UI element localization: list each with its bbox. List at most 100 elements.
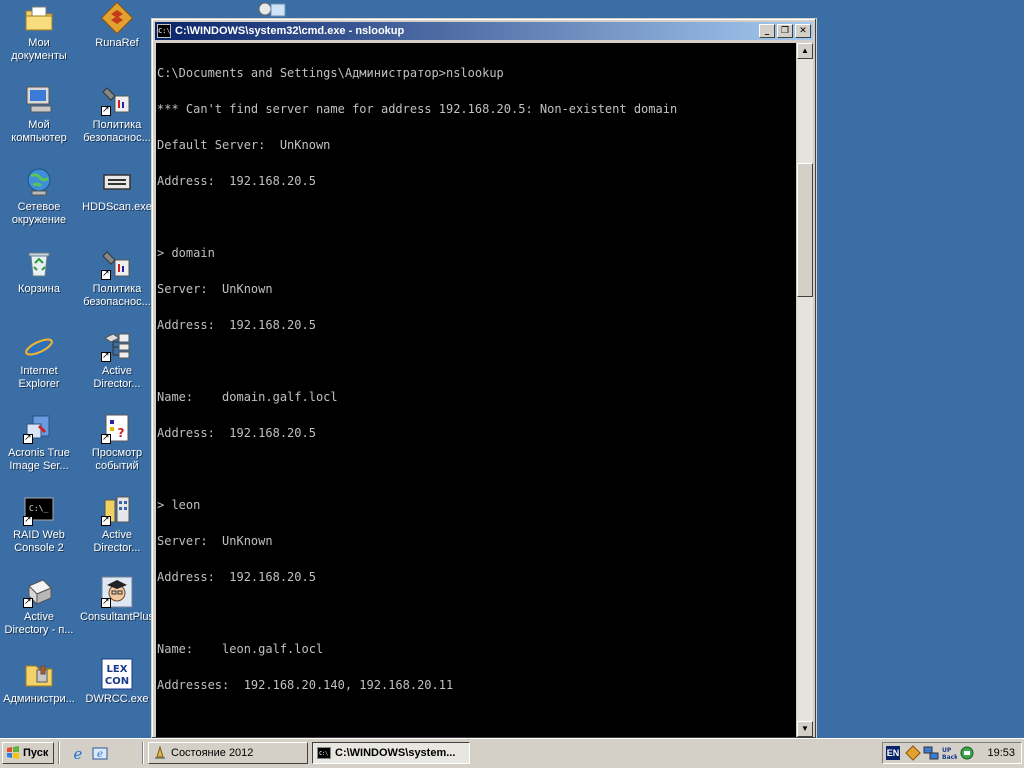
desktop-icon-acronis[interactable]: Acronis True Image Ser... <box>0 412 78 473</box>
admin-tools-icon <box>23 658 55 690</box>
shortcut-arrow-icon <box>101 350 111 362</box>
console-line: Default Server: UnKnown <box>157 138 331 152</box>
shortcut-arrow-icon <box>23 596 33 608</box>
clock[interactable]: 19:53 <box>987 743 1015 763</box>
remote-control-tray-icon[interactable] <box>959 745 975 761</box>
console-line: Address: 192.168.20.5 <box>157 318 316 332</box>
shortcut-arrow-icon <box>23 432 33 444</box>
taskbar: Пуск e e Состояние 2012 C:\ C:\WINDOWS\s… <box>0 738 1024 768</box>
quicklaunch-internet-explorer-icon[interactable]: e <box>70 745 86 761</box>
windows-logo-icon <box>7 746 19 759</box>
console-line: Server: UnKnown <box>157 534 273 548</box>
console-line: Address: 192.168.20.5 <box>157 570 316 584</box>
desktop-icon-label: Политика безопаснос... <box>83 283 151 308</box>
task-button-label: Состояние 2012 <box>171 747 254 759</box>
desktop-icon-internet-explorer[interactable]: e Internet Explorer <box>0 330 78 391</box>
desktop-icon-active-directory-users[interactable]: Active Directory - п... <box>0 576 78 637</box>
consultantplus-icon <box>101 576 133 608</box>
desktop-icon-active-directory-2[interactable]: Active Director... <box>78 494 156 555</box>
svg-text:UP: UP <box>942 747 952 754</box>
desktop-icon-runaref[interactable]: RunaRef <box>78 2 156 50</box>
shortcut-arrow-icon <box>101 268 111 280</box>
upback-tray-icon[interactable]: UP Back <box>941 745 957 761</box>
console-line: Name: domain.galf.locl <box>157 390 338 404</box>
my-computer-icon <box>23 84 55 116</box>
scroll-up-button[interactable]: ▲ <box>797 43 813 59</box>
desktop-icon-label: Сетевое окружение <box>11 201 67 226</box>
desktop-icon-label: Корзина <box>18 283 60 295</box>
console-line: Name: leon.galf.locl <box>157 642 324 656</box>
console-line: Server: UnKnown <box>157 282 273 296</box>
acronis-icon <box>23 412 55 444</box>
vertical-scrollbar[interactable]: ▲ ▼ <box>797 43 813 737</box>
my-documents-icon <box>23 2 55 34</box>
shortcut-arrow-icon <box>101 432 111 444</box>
language-indicator[interactable]: EN <box>886 746 900 760</box>
task-button-label: C:\WINDOWS\system... <box>335 747 456 759</box>
hddscan-icon <box>101 166 133 198</box>
desktop-icon-dwrcc[interactable]: LEX CON DWRCC.exe <box>78 658 156 706</box>
network-tray-icon[interactable] <box>923 745 939 761</box>
console-output[interactable]: C:\Documents and Settings\Администратор>… <box>156 43 796 737</box>
maximize-button[interactable]: ❐ <box>777 24 793 38</box>
desktop-icon-label: Администри... <box>3 693 75 705</box>
cmd-window[interactable]: C:\ C:\WINDOWS\system32\cmd.exe - nslook… <box>151 18 817 739</box>
desktop-icon-label: Просмотр событий <box>91 447 143 472</box>
desktop-icon-consultantplus[interactable]: ConsultantPlus <box>78 576 156 624</box>
quicklaunch-outlook-express-icon[interactable]: e <box>92 745 108 761</box>
shortcut-arrow-icon <box>101 514 111 526</box>
desktop-icon-admin-tools[interactable]: Администри... <box>0 658 78 706</box>
svg-text:?: ? <box>118 426 125 440</box>
system-tray: EN UP Back 19:53 <box>882 742 1022 764</box>
internet-explorer-icon: e <box>23 330 55 362</box>
raid-console-icon: C:\_ <box>23 494 55 526</box>
task-button-cmd[interactable]: C:\ C:\WINDOWS\system... <box>312 742 470 764</box>
desktop-icon-network-places[interactable]: Сетевое окружение <box>0 166 78 227</box>
console-line: Address: 192.168.20.5 <box>157 174 316 188</box>
task-button-status[interactable]: Состояние 2012 <box>148 742 308 764</box>
runaref-tray-icon[interactable] <box>905 745 921 761</box>
desktop-icon-active-directory-1[interactable]: Active Director... <box>78 330 156 391</box>
desktop-icon-label: Мой компьютер <box>11 119 67 144</box>
svg-text:LEX: LEX <box>107 664 128 675</box>
desktop-icon-security-policy-1[interactable]: Политика безопаснос... <box>78 84 156 145</box>
network-places-icon <box>23 166 55 198</box>
desktop-icon-hddscan[interactable]: HDDScan.exe <box>78 166 156 214</box>
desktop-icon-my-documents[interactable]: Мои документы <box>0 2 78 63</box>
desktop-icon-label: Active Director... <box>93 365 141 390</box>
cmd-window-icon[interactable]: C:\ <box>157 24 171 38</box>
desktop-icon-label: RAID Web Console 2 <box>13 529 65 554</box>
close-button[interactable]: ✕ <box>795 24 811 38</box>
shortcut-arrow-icon <box>101 104 111 116</box>
desktop-icon-security-policy-2[interactable]: Политика безопаснос... <box>78 248 156 309</box>
start-button[interactable]: Пуск <box>2 742 54 764</box>
console-line: *** Can't find server name for address 1… <box>157 102 678 116</box>
quicklaunch-separator <box>142 742 144 764</box>
scroll-thumb[interactable] <box>797 163 813 297</box>
scroll-down-button[interactable]: ▼ <box>797 721 813 737</box>
console-line: C:\Documents and Settings\Администратор>… <box>157 66 504 80</box>
minimize-button[interactable]: _ <box>759 24 775 38</box>
desktop-icon-label: DWRCC.exe <box>85 693 149 705</box>
desktop-icon-event-viewer[interactable]: ? Просмотр событий <box>78 412 156 473</box>
desktop-icon-label: Политика безопаснос... <box>83 119 151 144</box>
shortcut-arrow-icon <box>101 596 111 608</box>
window-titlebar[interactable]: C:\ C:\WINDOWS\system32\cmd.exe - nslook… <box>155 22 813 40</box>
desktop-icon-raid-console[interactable]: C:\_ RAID Web Console 2 <box>0 494 78 555</box>
desktop-icon-recycle-bin[interactable]: Корзина <box>0 248 78 296</box>
runaref-icon <box>101 2 133 34</box>
desktop-icon-label: RunaRef <box>95 37 139 49</box>
security-policy-icon <box>101 84 133 116</box>
active-directory-icon <box>101 330 133 362</box>
desktop-icon-my-computer[interactable]: Мой компьютер <box>0 84 78 145</box>
console-line: > leon <box>157 498 201 512</box>
console-line: > domain <box>157 246 215 260</box>
cmd-app-icon: C:\ <box>317 747 331 759</box>
desktop-icon-label: HDDScan.exe <box>82 201 152 213</box>
window-title: C:\WINDOWS\system32\cmd.exe - nslookup <box>175 25 405 37</box>
